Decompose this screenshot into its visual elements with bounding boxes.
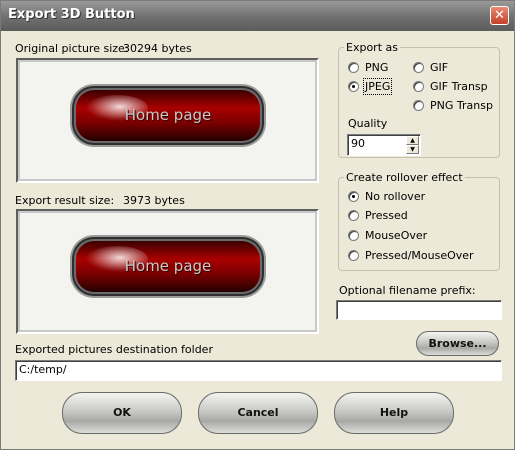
quality-input[interactable]: 90 ▲ ▼ (347, 134, 421, 156)
window-title: Export 3D Button (8, 7, 135, 22)
original-preview: Home page (16, 58, 319, 183)
radio-no-rollover[interactable]: No rollover (348, 189, 425, 203)
quality-value: 90 (351, 137, 365, 150)
ok-button[interactable]: OK (62, 392, 182, 434)
radio-mouseover-label: MouseOver (365, 228, 428, 242)
radio-png-transp[interactable]: PNG Transp (413, 98, 493, 112)
radio-pressed[interactable]: Pressed (348, 208, 408, 222)
radio-jpeg[interactable]: JPEG (348, 77, 393, 95)
cancel-button[interactable]: Cancel (198, 392, 318, 434)
radio-gif-transp-label: GIF Transp (430, 79, 488, 93)
original-button-text: Home page (124, 106, 212, 124)
radio-png-transp-label: PNG Transp (430, 98, 493, 112)
export-dialog: Export 3D Button ✕ Original picture size… (0, 0, 515, 450)
quality-spinner[interactable]: ▲ ▼ (406, 136, 419, 156)
radio-pressed-mouseover-circle[interactable] (348, 249, 359, 261)
rollover-legend: Create rollover effect (346, 171, 463, 184)
result-preview: Home page (16, 209, 319, 334)
radio-gif-transp-circle[interactable] (413, 80, 424, 92)
prefix-label: Optional filename prefix: (339, 284, 476, 297)
radio-no-rollover-label: No rollover (365, 189, 426, 203)
radio-gif-circle[interactable] (413, 61, 424, 73)
radio-pressed-mouseover[interactable]: Pressed/MouseOver (348, 248, 474, 262)
radio-gif-label: GIF (430, 60, 449, 74)
radio-pressed-mouseover-label: Pressed/MouseOver (365, 248, 474, 262)
radio-png-circle[interactable] (348, 61, 359, 73)
radio-mouseover-circle[interactable] (348, 229, 359, 241)
title-bar: Export 3D Button ✕ (1, 1, 514, 31)
radio-jpeg-circle[interactable] (348, 80, 359, 92)
destination-label: Exported pictures destination folder (15, 343, 213, 356)
destination-input[interactable]: C:/temp/ (15, 360, 502, 381)
radio-png[interactable]: PNG (348, 60, 388, 74)
radio-gif-transp[interactable]: GIF Transp (413, 79, 488, 93)
result-size-label: Export result size: (15, 194, 115, 207)
radio-jpeg-label: JPEG (362, 77, 393, 95)
result-size-value: 3973 bytes (123, 194, 185, 207)
browse-button[interactable]: Browse... (416, 331, 499, 356)
radio-gif[interactable]: GIF (413, 60, 448, 74)
spin-down-icon[interactable]: ▼ (406, 145, 419, 154)
help-button[interactable]: Help (334, 392, 454, 434)
result-button-preview: Home page (76, 241, 260, 292)
result-button-text: Home page (124, 257, 212, 275)
original-button-preview: Home page (76, 90, 260, 141)
radio-pressed-circle[interactable] (348, 209, 359, 221)
original-size-value: 30294 bytes (123, 42, 192, 55)
radio-no-rollover-circle[interactable] (348, 190, 359, 202)
radio-png-transp-circle[interactable] (413, 99, 424, 111)
original-size-label: Original picture size: (15, 42, 129, 55)
export-as-legend: Export as (346, 41, 398, 54)
radio-mouseover[interactable]: MouseOver (348, 228, 427, 242)
close-icon: ✕ (494, 8, 505, 23)
quality-label: Quality (348, 117, 388, 130)
prefix-input[interactable] (336, 300, 502, 320)
close-button[interactable]: ✕ (490, 6, 509, 25)
radio-pressed-label: Pressed (365, 208, 408, 222)
spin-up-icon[interactable]: ▲ (406, 136, 419, 145)
radio-png-label: PNG (365, 60, 389, 74)
